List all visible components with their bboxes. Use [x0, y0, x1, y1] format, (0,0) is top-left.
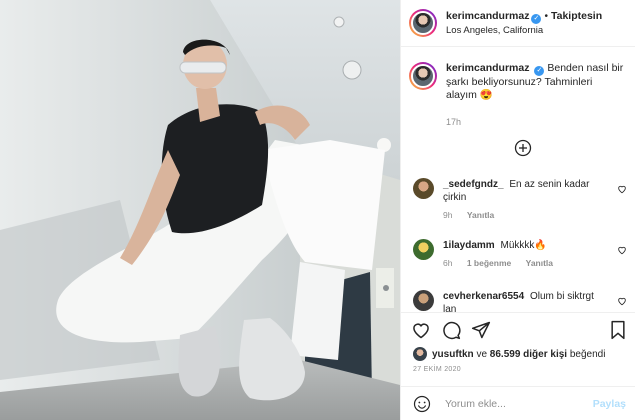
add-comment-bar: Yorum ekle... Paylaş — [401, 386, 635, 420]
comment-likes-button[interactable]: 1 beğenme — [467, 258, 511, 268]
comment-avatar[interactable] — [413, 290, 434, 311]
post-location[interactable]: Los Angeles, California — [446, 24, 602, 37]
author-avatar[interactable] — [409, 9, 437, 37]
bookmark-icon[interactable] — [609, 320, 627, 340]
photo-illustration — [0, 0, 400, 420]
comment-heart-icon[interactable] — [617, 184, 627, 194]
comment-item: _sedefgndz_ En az senin kadar çirkin 9h … — [413, 178, 633, 222]
post-comment-button[interactable]: Paylaş — [593, 398, 626, 410]
paper-plane-icon[interactable] — [471, 320, 491, 340]
comment-time: 6h — [443, 258, 453, 268]
author-username[interactable]: kerimcandurmaz — [446, 10, 529, 22]
comment-time: 9h — [443, 210, 453, 220]
comment-heart-icon[interactable] — [617, 245, 627, 255]
post-header: kerimcandurmaz ✓ • Takiptesin Los Angeles, … — [401, 0, 635, 47]
comment-input[interactable]: Yorum ekle... — [445, 398, 506, 410]
caption-timestamp: 17h — [446, 117, 462, 127]
likes-summary[interactable]: yusuftkn ve 86.599 diğer kişi beğendi — [413, 347, 605, 361]
caption-username[interactable]: kerimcandurmaz — [446, 62, 529, 74]
comment-username[interactable]: cevherkenar6554 — [443, 291, 524, 302]
post-photo[interactable] — [0, 0, 400, 420]
comment-username[interactable]: _sedefgndz_ — [443, 179, 504, 190]
verified-badge-icon: ✓ — [531, 13, 542, 24]
comment-bubble-icon[interactable] — [441, 320, 461, 340]
instagram-post-modal: kerimcandurmaz ✓ • Takiptesin Los Angeles, … — [0, 0, 635, 420]
caption-avatar[interactable] — [409, 62, 437, 90]
liker-avatar — [413, 347, 427, 361]
heart-icon[interactable] — [411, 320, 431, 340]
post-date[interactable]: 27 EKİM 2020 — [413, 366, 461, 373]
comment-text: Mükkkk🔥 — [500, 240, 547, 251]
comment-heart-icon[interactable] — [617, 296, 627, 306]
following-button[interactable]: Takiptesin — [551, 10, 602, 22]
post-sidebar: kerimcandurmaz ✓ • Takiptesin Los Angeles, … — [400, 0, 635, 420]
comment-avatar[interactable] — [413, 178, 434, 199]
comment-avatar[interactable] — [413, 239, 434, 260]
reply-button[interactable]: Yanıtla — [526, 258, 553, 268]
comment-username[interactable]: 1ilaydamm — [443, 240, 495, 251]
comment-item: 1ilaydamm Mükkkk🔥 6h 1 beğenme Yanıtla — [413, 239, 633, 270]
separator-dot: • — [544, 10, 548, 22]
liker-username[interactable]: yusuftkn — [432, 349, 474, 360]
plus-circle-icon[interactable] — [514, 139, 532, 157]
post-actions-panel: yusuftkn ve 86.599 diğer kişi beğendi 27… — [401, 312, 635, 420]
verified-badge-icon: ✓ — [534, 66, 545, 76]
smiley-icon[interactable] — [413, 395, 431, 413]
likes-joiner: ve — [476, 348, 488, 360]
reply-button[interactable]: Yanıtla — [467, 210, 494, 220]
likes-count[interactable]: 86.599 diğer kişi — [490, 349, 567, 360]
post-caption: kerimcandurmaz ✓ Benden nasıl bir şarkı b… — [409, 62, 631, 129]
likes-suffix: beğendi — [569, 348, 606, 360]
